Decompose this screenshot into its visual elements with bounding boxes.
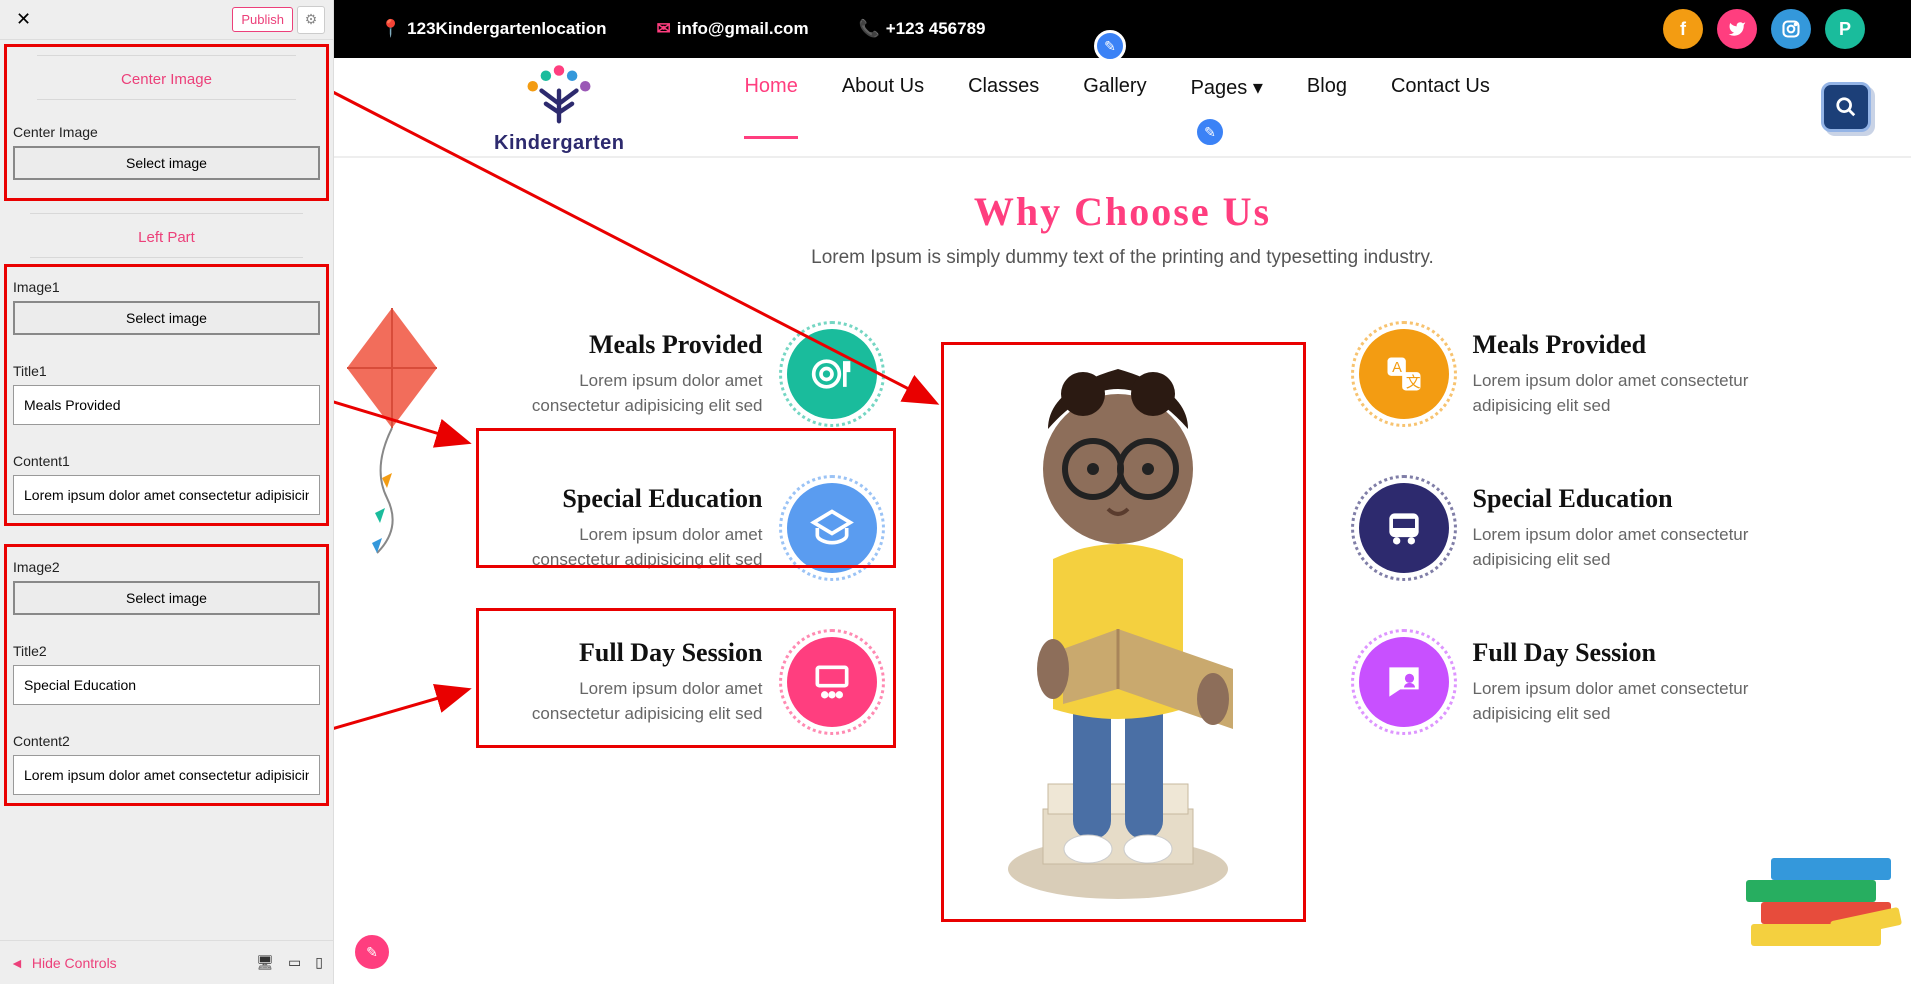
- instagram-icon[interactable]: [1771, 9, 1811, 49]
- section-subtitle: Lorem Ipsum is simply dummy text of the …: [374, 247, 1871, 269]
- feature-title: Full Day Session: [1473, 638, 1757, 668]
- search-button[interactable]: [1821, 82, 1871, 132]
- mobile-icon[interactable]: ▯: [315, 954, 323, 971]
- facebook-icon[interactable]: f: [1663, 9, 1703, 49]
- title1-input[interactable]: [13, 385, 320, 425]
- feature-desc: Lorem ipsum dolor amet consectetur adipi…: [1473, 522, 1757, 573]
- logo-text: Kindergarten: [494, 132, 624, 155]
- label-image2: Image2: [13, 559, 320, 575]
- section-heading-left-part: Left Part: [0, 205, 333, 260]
- feature-desc: Lorem ipsum dolor amet consectetur adipi…: [489, 676, 763, 727]
- label-content2: Content2: [13, 733, 320, 749]
- left-part-item2: Image2 Select image Title2 Content2: [4, 544, 329, 806]
- nav-home[interactable]: Home: [744, 75, 797, 139]
- contact-address: 📍123Kindergartenlocation: [380, 19, 607, 39]
- hide-controls-label: Hide Controls: [32, 955, 117, 971]
- chevron-down-icon: ▾: [1253, 77, 1263, 99]
- chevron-left-icon: ◄: [10, 955, 24, 971]
- select-image-button-1[interactable]: Select image: [13, 301, 320, 335]
- preview-frame: 📍123Kindergartenlocation ✉info@gmail.com…: [334, 0, 1911, 984]
- contact-email: ✉info@gmail.com: [657, 19, 809, 39]
- nav-blog[interactable]: Blog: [1307, 75, 1347, 139]
- feature-transport: Special Education Lorem ipsum dolor amet …: [1343, 463, 1773, 593]
- feature-desc: Lorem ipsum dolor amet consectetur adipi…: [1473, 676, 1757, 727]
- feature-desc: Lorem ipsum dolor amet consectetur adipi…: [489, 522, 763, 573]
- nav-contact[interactable]: Contact Us: [1391, 75, 1490, 139]
- feature-desc: Lorem ipsum dolor amet consectetur adipi…: [1473, 368, 1757, 419]
- close-icon[interactable]: ✕: [8, 5, 39, 34]
- location-icon: 📍: [380, 19, 401, 38]
- mail-icon: ✉: [657, 19, 671, 38]
- twitter-icon[interactable]: [1717, 9, 1757, 49]
- social-icons: f P: [1663, 9, 1865, 49]
- center-image-section: Center Image Center Image Select image: [4, 44, 329, 201]
- logo[interactable]: Kindergarten: [494, 60, 624, 155]
- customizer-sidebar: ✕ Publish ⚙ Center Image Center Image Se…: [0, 0, 334, 984]
- publish-button[interactable]: Publish: [232, 7, 293, 32]
- features-left: Meals Provided Lorem ipsum dolor amet con…: [473, 309, 893, 919]
- education-icon: [787, 483, 877, 573]
- svg-text:A: A: [1392, 360, 1402, 376]
- content2-input[interactable]: [13, 755, 320, 795]
- gear-icon[interactable]: ⚙: [297, 6, 325, 34]
- logo-icon: [514, 60, 604, 130]
- center-image: [933, 309, 1303, 919]
- books-decoration: [1691, 804, 1911, 984]
- feature-title: Special Education: [489, 484, 763, 514]
- content1-input[interactable]: [13, 475, 320, 515]
- edit-shortcut-icon[interactable]: ✎: [1194, 116, 1226, 148]
- feature-language: A文 Meals Provided Lorem ipsum dolor amet …: [1343, 309, 1773, 439]
- nav-links: Home About Us Classes Gallery Pages ▾ Bl…: [744, 75, 1821, 139]
- contact-phone: 📞+123 456789: [859, 19, 986, 39]
- sidebar-footer: ◄ Hide Controls 🖥 ▭ ▯: [0, 940, 333, 984]
- feature-meals: Meals Provided Lorem ipsum dolor amet con…: [473, 309, 893, 439]
- bus-icon: [1359, 483, 1449, 573]
- sidebar-body[interactable]: Center Image Center Image Select image L…: [0, 40, 333, 940]
- tablet-icon[interactable]: ▭: [288, 954, 301, 971]
- why-choose-section: Why Choose Us Lorem Ipsum is simply dumm…: [334, 158, 1911, 984]
- main-nav: Kindergarten Home About Us Classes Galle…: [334, 58, 1911, 158]
- phone-icon: 📞: [859, 19, 880, 38]
- chat-icon: [1359, 637, 1449, 727]
- search-icon: [1835, 96, 1857, 118]
- language-icon: A文: [1359, 329, 1449, 419]
- section-heading-center-image: Center Image: [7, 47, 326, 102]
- label-image1: Image1: [13, 279, 320, 295]
- svg-text:文: 文: [1405, 374, 1420, 391]
- feature-title: Full Day Session: [489, 638, 763, 668]
- nav-classes[interactable]: Classes: [968, 75, 1039, 139]
- feature-desc: Lorem ipsum dolor amet consectetur adipi…: [489, 368, 763, 419]
- pinterest-icon[interactable]: P: [1825, 9, 1865, 49]
- feature-title: Meals Provided: [1473, 330, 1757, 360]
- sidebar-header: ✕ Publish ⚙: [0, 0, 333, 40]
- title2-input[interactable]: [13, 665, 320, 705]
- edit-shortcut-icon[interactable]: ✎: [1094, 30, 1126, 62]
- feature-fullday: Full Day Session Lorem ipsum dolor amet c…: [473, 617, 893, 747]
- label-content1: Content1: [13, 453, 320, 469]
- desktop-icon[interactable]: 🖥: [256, 954, 274, 971]
- select-image-button-center[interactable]: Select image: [13, 146, 320, 180]
- hide-controls-button[interactable]: ◄ Hide Controls: [10, 955, 117, 971]
- label-title1: Title1: [13, 363, 320, 379]
- feature-support: Full Day Session Lorem ipsum dolor amet c…: [1343, 617, 1773, 747]
- kite-decoration: [342, 298, 462, 558]
- feature-title: Special Education: [1473, 484, 1757, 514]
- session-icon: [787, 637, 877, 727]
- meal-icon: [787, 329, 877, 419]
- left-part-item1: Image1 Select image Title1 Content1: [4, 264, 329, 526]
- feature-title: Meals Provided: [489, 330, 763, 360]
- nav-gallery[interactable]: Gallery: [1083, 75, 1146, 139]
- section-title: Why Choose Us: [374, 188, 1871, 235]
- device-toggles: 🖥 ▭ ▯: [256, 954, 323, 971]
- nav-about[interactable]: About Us: [842, 75, 924, 139]
- label-title2: Title2: [13, 643, 320, 659]
- select-image-button-2[interactable]: Select image: [13, 581, 320, 615]
- edit-fab-icon[interactable]: ✎: [352, 932, 392, 972]
- label-center-image: Center Image: [13, 124, 320, 140]
- feature-education: Special Education Lorem ipsum dolor amet …: [473, 463, 893, 593]
